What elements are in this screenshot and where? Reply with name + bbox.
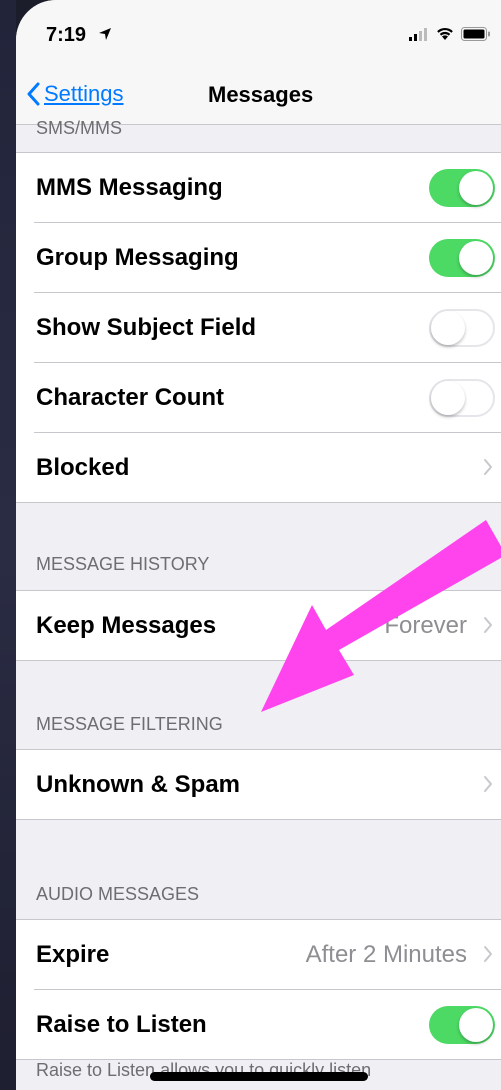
device-bezel — [0, 0, 16, 1090]
phone-screen: 7:19 Settings Messages SMS/MMS MMS Messa… — [16, 0, 501, 1090]
annotation-arrow-icon — [261, 520, 501, 712]
